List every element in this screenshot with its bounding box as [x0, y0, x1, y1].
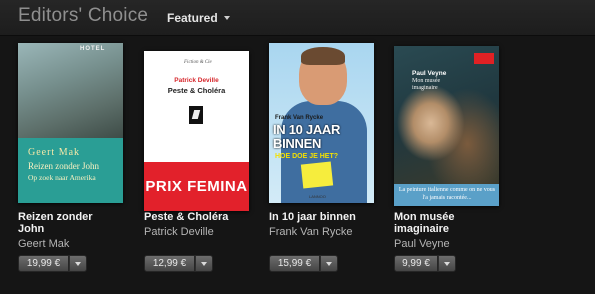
cover-illustration	[189, 106, 203, 124]
book-cover[interactable]: Fiction & Cie Patrick Deville Peste & Ch…	[144, 51, 249, 211]
cover-tagline: HOE DOE JE HET?	[275, 153, 339, 160]
price-button[interactable]: 9,99 €	[394, 255, 456, 272]
dropdown-label: Featured	[167, 11, 218, 25]
book-author[interactable]: Geert Mak	[18, 238, 69, 250]
cover-author: Geert Mak	[28, 147, 81, 158]
featured-dropdown[interactable]: Featured	[167, 11, 230, 25]
cover-collection: Fiction & Cie	[184, 60, 212, 65]
cover-publisher: LANNOO	[309, 194, 326, 199]
price-label[interactable]: 15,99 €	[269, 255, 320, 272]
section-title: Editors' Choice	[18, 5, 149, 26]
book-author[interactable]: Frank Van Rycke	[269, 226, 353, 238]
price-dropdown-arrow-icon[interactable]	[438, 255, 456, 272]
price-dropdown-arrow-icon[interactable]	[320, 255, 338, 272]
book-cover[interactable]: Frank Van Rycke IN 10 JAAR BINNEN HOE DO…	[269, 43, 374, 203]
price-label[interactable]: 19,99 €	[18, 255, 69, 272]
cover-photo	[18, 43, 123, 138]
cover-title: Mon musée imaginaire	[412, 78, 441, 91]
book-cover[interactable]: HOTEL Geert Mak Reizen zonder John Op zo…	[18, 43, 123, 203]
book-title[interactable]: Reizen zonder John	[18, 211, 113, 235]
cover-painting	[394, 46, 499, 186]
price-label[interactable]: 9,99 €	[394, 255, 438, 272]
book-title[interactable]: Peste & Choléra	[144, 211, 262, 223]
chevron-down-icon	[223, 15, 230, 20]
book-cover[interactable]: Paul Veyne Mon musée imaginaire La peint…	[394, 46, 499, 206]
price-label[interactable]: 12,99 €	[144, 255, 195, 272]
price-button[interactable]: 19,99 €	[18, 255, 87, 272]
cover-stamp	[474, 53, 494, 64]
book-author[interactable]: Paul Veyne	[394, 238, 450, 250]
cover-subtitle: Op zoek naar Amerika	[28, 173, 96, 182]
cover-title: IN 10 JAAR BINNEN	[273, 122, 341, 151]
book-title[interactable]: In 10 jaar binnen	[269, 211, 387, 223]
price-dropdown-arrow-icon[interactable]	[195, 255, 213, 272]
cover-sticker	[300, 161, 334, 189]
book-author[interactable]: Patrick Deville	[144, 226, 214, 238]
book-title[interactable]: Mon musée imaginaire	[394, 211, 474, 235]
cover-band-text: La peinture italienne comme on ne vous l…	[398, 187, 496, 201]
price-button[interactable]: 15,99 €	[269, 255, 338, 272]
cover-title: Peste & Choléra	[167, 86, 226, 95]
section-header: Editors' Choice Featured	[0, 0, 595, 36]
cover-prize-band: PRIX FEMINA	[145, 178, 248, 195]
cover-sign: HOTEL	[80, 46, 106, 52]
cover-title: Reizen zonder John	[28, 161, 99, 171]
cover-author: Paul Veyne	[412, 70, 447, 77]
price-dropdown-arrow-icon[interactable]	[69, 255, 87, 272]
cover-author: Patrick Deville	[174, 77, 219, 84]
price-button[interactable]: 12,99 €	[144, 255, 213, 272]
cover-author: Frank Van Rycke	[275, 115, 324, 121]
